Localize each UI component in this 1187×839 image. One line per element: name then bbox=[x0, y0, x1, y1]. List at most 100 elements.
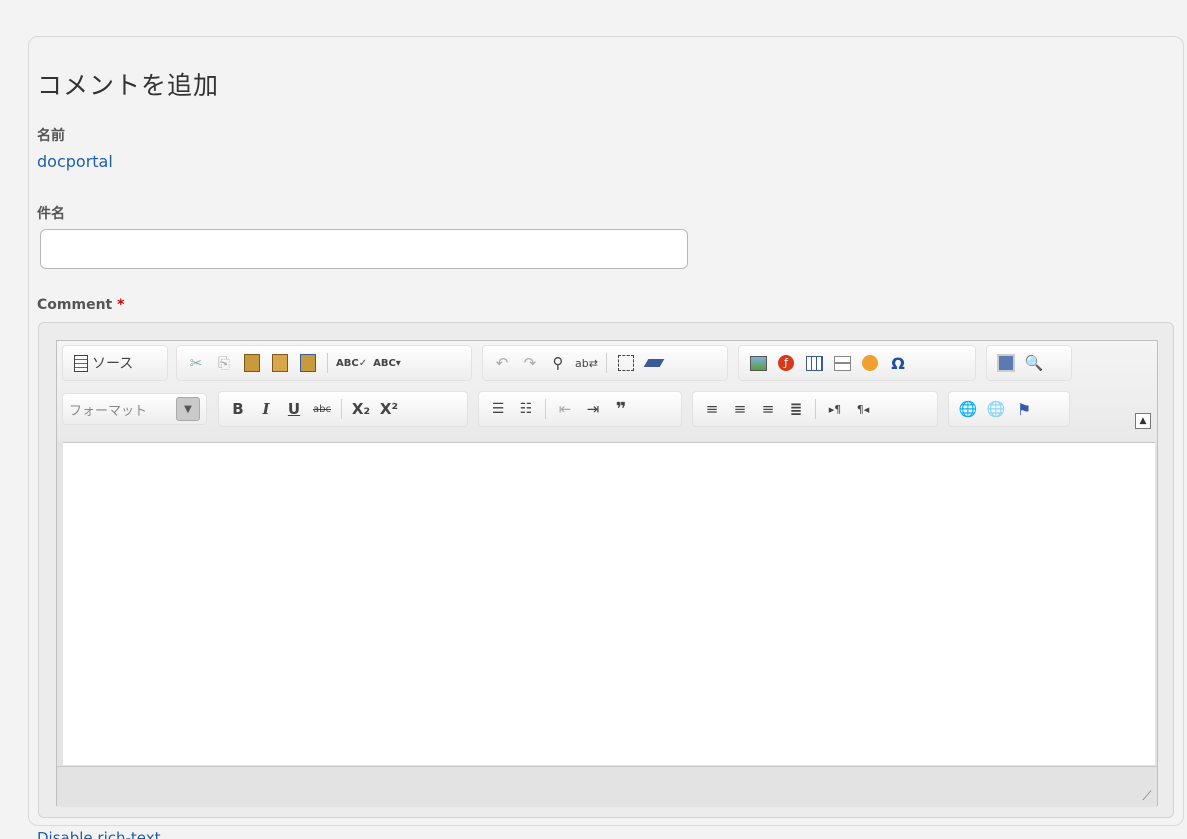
source-icon bbox=[74, 354, 88, 372]
toolbar-group-view: 🔍 bbox=[986, 345, 1072, 381]
numbered-list-icon: ☰ bbox=[491, 401, 505, 417]
redo-button[interactable]: ↷ bbox=[517, 350, 543, 376]
editor-content-area[interactable] bbox=[63, 442, 1155, 765]
select-all-icon bbox=[617, 355, 634, 371]
underline-icon: U bbox=[287, 400, 301, 418]
toolbar-group-document: ソース bbox=[62, 345, 168, 381]
toolbar-group-edit: ↶ ↷ ⚲ ab⇄ bbox=[482, 345, 728, 381]
spellcheck-as-you-type-button[interactable]: ABC▾ bbox=[371, 350, 403, 376]
paste-word-button[interactable] bbox=[295, 350, 321, 376]
toolbar-group-basic-styles: B I U abc X₂ X² bbox=[218, 391, 468, 427]
ltr-button[interactable]: ▸¶ bbox=[822, 396, 848, 422]
smiley-icon bbox=[862, 355, 878, 371]
bold-icon: B bbox=[232, 400, 244, 418]
subject-input[interactable] bbox=[40, 229, 688, 269]
paste-button[interactable] bbox=[239, 350, 265, 376]
italic-icon: I bbox=[262, 400, 270, 418]
name-label: 名前 bbox=[37, 128, 65, 144]
numbered-list-button[interactable]: ☰ bbox=[485, 396, 511, 422]
find-button[interactable]: ⚲ bbox=[545, 350, 571, 376]
undo-icon: ↶ bbox=[495, 354, 509, 372]
align-center-button[interactable]: ≡ bbox=[727, 396, 753, 422]
flash-button[interactable]: ƒ bbox=[773, 350, 799, 376]
editor-status-bar: ⟋ bbox=[57, 766, 1157, 807]
underline-button[interactable]: U bbox=[281, 396, 307, 422]
remove-format-button[interactable] bbox=[641, 350, 667, 376]
undo-button[interactable]: ↶ bbox=[489, 350, 515, 376]
replace-button[interactable]: ab⇄ bbox=[573, 350, 600, 376]
unlink-icon: 🌐 bbox=[986, 400, 1006, 418]
table-button[interactable] bbox=[801, 350, 827, 376]
author-name-link[interactable]: docportal bbox=[37, 152, 113, 171]
find-icon: ⚲ bbox=[552, 354, 564, 372]
toolbar-separator bbox=[341, 399, 342, 419]
image-button[interactable] bbox=[745, 350, 771, 376]
toolbar-group-align: ≡ ≡ ≡ ≣ ▸¶ ¶◂ bbox=[692, 391, 938, 427]
superscript-button[interactable]: X² bbox=[376, 396, 402, 422]
replace-icon: ab⇄ bbox=[575, 356, 598, 370]
strike-icon: abc bbox=[313, 403, 331, 415]
rtl-icon: ¶◂ bbox=[856, 402, 870, 416]
toolbar-group-links: 🌐 🌐 ⚑ bbox=[948, 391, 1070, 427]
toolbar-separator bbox=[327, 353, 328, 373]
subscript-button[interactable]: X₂ bbox=[348, 396, 374, 422]
toolbar-separator bbox=[605, 353, 607, 373]
chevron-down-icon[interactable]: ▼ bbox=[176, 397, 200, 421]
required-marker: * bbox=[117, 297, 125, 313]
unlink-button[interactable]: 🌐 bbox=[983, 396, 1009, 422]
toolbar-separator bbox=[815, 399, 816, 419]
align-left-button[interactable]: ≡ bbox=[699, 396, 725, 422]
bold-button[interactable]: B bbox=[225, 396, 251, 422]
spellcheck-as-you-type-icon: ABC▾ bbox=[373, 357, 401, 369]
page-title: コメントを追加 bbox=[37, 71, 220, 100]
select-all-button[interactable] bbox=[613, 350, 639, 376]
anchor-icon: ⚑ bbox=[1016, 399, 1032, 419]
maximize-icon bbox=[997, 354, 1015, 372]
copy-button[interactable]: ⎘ bbox=[211, 350, 237, 376]
rtl-button[interactable]: ¶◂ bbox=[850, 396, 876, 422]
link-button[interactable]: 🌐 bbox=[955, 396, 981, 422]
special-char-button[interactable]: Ω bbox=[885, 350, 911, 376]
format-dropdown[interactable]: フォーマット ▼ bbox=[62, 393, 207, 425]
anchor-button[interactable]: ⚑ bbox=[1011, 396, 1037, 422]
bulleted-list-button[interactable]: ☷ bbox=[513, 396, 539, 422]
blockquote-icon: ❞ bbox=[615, 398, 627, 420]
toolbar-collapse-button[interactable]: ▲ bbox=[1135, 413, 1151, 429]
align-right-button[interactable]: ≡ bbox=[755, 396, 781, 422]
horizontal-rule-icon bbox=[833, 355, 851, 371]
smiley-button[interactable] bbox=[857, 350, 883, 376]
indent-button[interactable]: ⇥ bbox=[580, 396, 606, 422]
toolbar-group-clipboard: ✂ ⎘ ABC✓ ABC▾ bbox=[176, 345, 472, 381]
preview-icon: 🔍 bbox=[1024, 354, 1044, 372]
align-justify-icon: ≣ bbox=[789, 400, 803, 418]
horizontal-rule-button[interactable] bbox=[829, 350, 855, 376]
outdent-button[interactable]: ⇤ bbox=[552, 396, 578, 422]
special-char-icon: Ω bbox=[891, 353, 905, 373]
maximize-button[interactable] bbox=[993, 350, 1019, 376]
align-justify-button[interactable]: ≣ bbox=[783, 396, 809, 422]
copy-icon: ⎘ bbox=[217, 354, 230, 372]
redo-icon: ↷ bbox=[523, 354, 537, 372]
indent-icon: ⇥ bbox=[586, 400, 600, 418]
source-button[interactable]: ソース bbox=[69, 350, 138, 376]
paste-text-button[interactable] bbox=[267, 350, 293, 376]
italic-button[interactable]: I bbox=[253, 396, 279, 422]
blockquote-button[interactable]: ❞ bbox=[608, 396, 634, 422]
superscript-icon: X² bbox=[379, 400, 399, 418]
subject-label: 件名 bbox=[37, 206, 65, 222]
cut-button[interactable]: ✂ bbox=[183, 350, 209, 376]
ltr-icon: ▸¶ bbox=[828, 402, 842, 416]
spellcheck-button[interactable]: ABC✓ bbox=[334, 350, 369, 376]
strike-button[interactable]: abc bbox=[309, 396, 335, 422]
link-icon: 🌐 bbox=[958, 400, 978, 418]
align-left-icon: ≡ bbox=[705, 400, 719, 418]
resize-handle-icon[interactable]: ⟋ bbox=[1139, 789, 1155, 805]
format-dropdown-label: フォーマット bbox=[69, 403, 148, 419]
disable-rich-text-link[interactable]: Disable rich-text bbox=[37, 829, 161, 839]
paste-text-icon bbox=[272, 354, 288, 372]
toolbar-group-paragraph: ☰ ☷ ⇤ ⇥ ❞ bbox=[478, 391, 682, 427]
chevron-up-icon: ▲ bbox=[1139, 416, 1147, 426]
toolbar-group-insert: ƒ Ω bbox=[738, 345, 976, 381]
preview-button[interactable]: 🔍 bbox=[1021, 350, 1047, 376]
flash-icon: ƒ bbox=[778, 355, 794, 371]
